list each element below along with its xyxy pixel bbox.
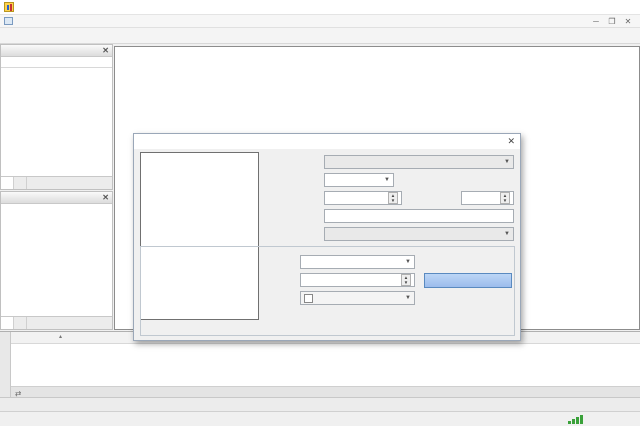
at-price-input[interactable]: ▲▼ [300, 273, 415, 287]
chevron-down-icon: ▼ [504, 159, 510, 165]
order-dialog-close-icon[interactable]: ✕ [507, 136, 515, 147]
stop-loss-spinner[interactable]: ▲▼ [388, 192, 398, 204]
tab-symbols[interactable] [1, 177, 14, 189]
mdi-close-button[interactable]: ✕ [620, 17, 636, 26]
place-button[interactable] [424, 273, 512, 288]
close-button[interactable] [615, 0, 640, 15]
mdi-minimize-button[interactable]: ─ [588, 17, 604, 26]
chevron-down-icon: ▼ [405, 259, 411, 265]
navigator-close-icon[interactable]: ✕ [102, 193, 109, 202]
take-profit-spinner[interactable]: ▲▼ [500, 192, 510, 204]
tab-tick-chart[interactable] [14, 177, 27, 189]
market-watch-close-icon[interactable]: ✕ [102, 46, 109, 55]
mdi-restore-button[interactable]: ❐ [604, 17, 620, 26]
stop-loss-input[interactable]: ▲▼ [324, 191, 402, 205]
chart-window-icon[interactable] [4, 17, 13, 25]
menu-bar: ─ ❐ ✕ [0, 15, 640, 28]
at-price-spinner[interactable]: ▲▼ [401, 274, 411, 286]
order-type-select[interactable]: ▼ [324, 227, 514, 241]
volume-combo[interactable]: ▼ [324, 173, 394, 187]
navigator-panel: ✕ [0, 191, 113, 330]
expiry-combo[interactable]: ▼ [300, 291, 415, 305]
tab-common[interactable] [1, 317, 14, 329]
title-bar [0, 0, 640, 15]
chevron-down-icon: ▼ [504, 231, 510, 237]
comment-input[interactable] [324, 209, 514, 223]
minimize-button[interactable] [565, 0, 590, 15]
terminal-tabs [0, 397, 640, 411]
symbol-select[interactable]: ▼ [324, 155, 514, 169]
chevron-down-icon: ▼ [405, 295, 411, 301]
chevron-down-icon: ▼ [384, 177, 390, 183]
order-dialog-titlebar[interactable]: ✕ [134, 134, 520, 149]
navigator-tabs [1, 316, 112, 329]
market-watch-panel: ✕ [0, 44, 113, 190]
expiry-checkbox[interactable] [304, 294, 313, 303]
connection-icon [568, 415, 584, 424]
market-watch-column-header [1, 57, 112, 68]
app-icon [4, 2, 14, 12]
pending-type-select[interactable]: ▼ [300, 255, 415, 269]
market-watch-tabs [1, 176, 112, 189]
main-toolbar [0, 28, 640, 44]
mt4-window: ─ ❐ ✕ ✕ ✕ [0, 0, 640, 426]
maximize-button[interactable] [590, 0, 615, 15]
take-profit-input[interactable]: ▲▼ [461, 191, 514, 205]
tab-favorites[interactable] [14, 317, 27, 329]
order-dialog: ✕ ▼ ▼ ▲▼ ▲▼ [133, 133, 521, 341]
market-watch-caption: ✕ [1, 45, 112, 57]
sort-icon: ▴ [59, 333, 62, 340]
navigator-caption: ✕ [1, 192, 112, 204]
status-bar [0, 411, 640, 426]
